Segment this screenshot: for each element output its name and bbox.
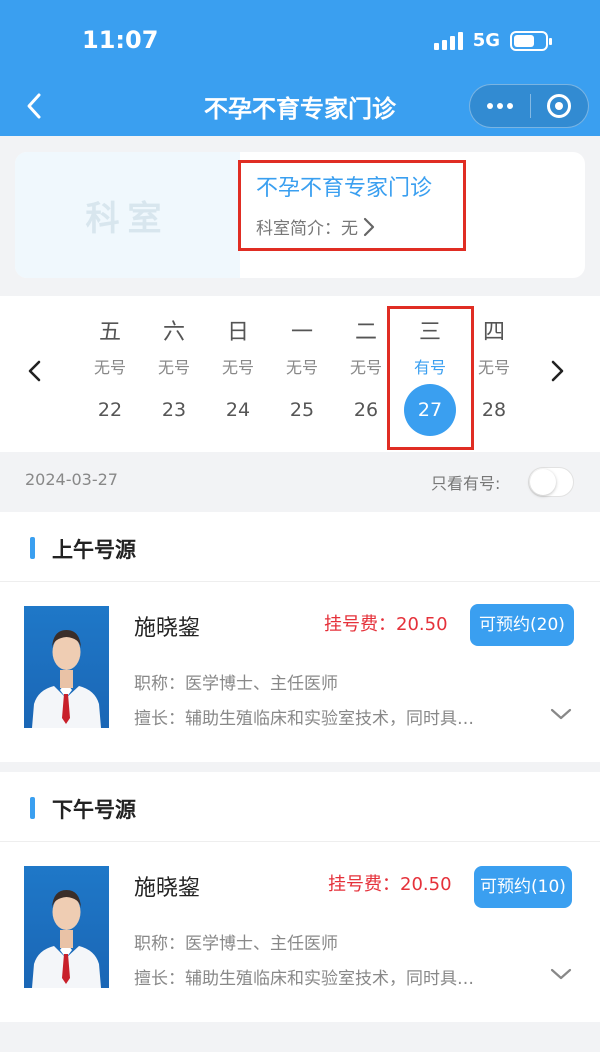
doctor-specialty: 擅长：辅助生殖临床和实验室技术，同时具… xyxy=(134,704,534,729)
chevron-down-icon xyxy=(550,968,572,980)
section-title: 上午号源 xyxy=(52,538,136,562)
next-week-button[interactable] xyxy=(544,356,570,386)
morning-section: 上午号源 施晓鋆 挂号费：20.50 可预约(20) 职称：医学博士、主任医师 … xyxy=(0,512,600,762)
only-available-toggle[interactable] xyxy=(528,467,574,497)
signal-icon xyxy=(433,31,463,50)
doctor-title-label: 职称： xyxy=(134,934,185,954)
day-availability: 无号 xyxy=(221,358,254,377)
section-header: 上午号源 xyxy=(0,512,600,582)
day-date: 28 xyxy=(481,399,507,421)
status-time: 11:07 xyxy=(82,26,159,54)
day-weekday: 一 xyxy=(290,320,313,345)
section-title: 下午号源 xyxy=(52,798,136,822)
mini-program-capsule xyxy=(469,84,589,128)
doctor-title: 职称：医学博士、主任医师 xyxy=(134,669,338,694)
book-button[interactable]: 可预约(10) xyxy=(474,866,572,908)
fee-label: 挂号费： xyxy=(328,874,400,895)
more-button[interactable] xyxy=(470,84,530,128)
doctor-specialty-value: 辅助生殖临床和实验室技术，同时具… xyxy=(185,709,474,729)
date-selector: 五 无号 22 六 无号 23 日 无号 24 一 无号 25 二 无号 26 … xyxy=(0,296,600,452)
selected-date: 2024-03-27 xyxy=(25,470,118,489)
doctor-avatar xyxy=(24,606,109,728)
expand-button[interactable] xyxy=(549,964,573,984)
doctor-title: 职称：医学博士、主任医师 xyxy=(134,929,338,954)
afternoon-section: 下午号源 施晓鋆 挂号费：20.50 可预约(10) 职称：医学博士、主任医师 … xyxy=(0,772,600,1022)
day-weekday: 六 xyxy=(162,320,185,345)
status-indicators: 5G xyxy=(433,30,552,51)
day-weekday: 五 xyxy=(98,320,121,345)
day-availability: 无号 xyxy=(93,358,126,377)
app-header: 11:07 5G 不孕不育专家门诊 xyxy=(0,0,600,136)
day-date: 26 xyxy=(353,399,379,421)
doctor-name: 施晓鋆 xyxy=(134,616,201,641)
doctor-name: 施晓鋆 xyxy=(134,876,201,901)
highlight-box-department xyxy=(238,160,466,251)
doctor-specialty: 擅长：辅助生殖临床和实验室技术，同时具… xyxy=(134,964,534,989)
chevron-down-icon xyxy=(550,708,572,720)
book-button[interactable]: 可预约(20) xyxy=(470,604,574,646)
chevron-left-icon xyxy=(28,360,41,382)
section-accent-bar xyxy=(30,797,35,819)
doctor-specialty-label: 擅长： xyxy=(134,969,185,989)
day-item[interactable]: 日 无号 24 xyxy=(206,296,270,452)
network-label: 5G xyxy=(472,30,500,51)
doctor-specialty-label: 擅长： xyxy=(134,709,185,729)
fee-value: 20.50 xyxy=(400,874,452,895)
day-item[interactable]: 六 无号 23 xyxy=(142,296,206,452)
department-image: 科室 xyxy=(15,152,240,278)
day-date: 23 xyxy=(161,399,187,421)
day-availability: 无号 xyxy=(157,358,190,377)
day-date: 22 xyxy=(97,399,123,421)
doctor-specialty-value: 辅助生殖临床和实验室技术，同时具… xyxy=(185,969,474,989)
doctor-card[interactable]: 施晓鋆 挂号费：20.50 可预约(10) 职称：医学博士、主任医师 擅长：辅助… xyxy=(0,842,600,1030)
section-header: 下午号源 xyxy=(0,772,600,842)
section-accent-bar xyxy=(30,537,35,559)
doctor-card[interactable]: 施晓鋆 挂号费：20.50 可预约(20) 职称：医学博士、主任医师 擅长：辅助… xyxy=(0,582,600,770)
day-weekday: 日 xyxy=(226,320,249,345)
prev-week-button[interactable] xyxy=(22,356,48,386)
day-date: 25 xyxy=(289,399,315,421)
doctor-avatar xyxy=(24,866,109,988)
registration-fee: 挂号费：20.50 xyxy=(324,610,448,636)
filter-bar: 2024-03-27 只看有号: xyxy=(0,452,600,510)
doctor-title-value: 医学博士、主任医师 xyxy=(185,674,338,694)
only-available-label: 只看有号: xyxy=(431,474,501,493)
close-mini-program-button[interactable] xyxy=(530,84,588,128)
chevron-right-icon xyxy=(551,360,564,382)
doctor-title-value: 医学博士、主任医师 xyxy=(185,934,338,954)
day-item[interactable]: 五 无号 22 xyxy=(78,296,142,452)
day-availability: 无号 xyxy=(285,358,318,377)
highlight-box-selected-day xyxy=(387,306,474,450)
day-date: 24 xyxy=(225,399,251,421)
fee-value: 20.50 xyxy=(396,614,448,635)
expand-button[interactable] xyxy=(549,704,573,724)
battery-icon xyxy=(510,30,552,51)
doctor-title-label: 职称： xyxy=(134,674,185,694)
fee-label: 挂号费： xyxy=(324,614,396,635)
day-item[interactable]: 一 无号 25 xyxy=(270,296,334,452)
registration-fee: 挂号费：20.50 xyxy=(328,870,452,896)
target-icon xyxy=(547,94,572,118)
